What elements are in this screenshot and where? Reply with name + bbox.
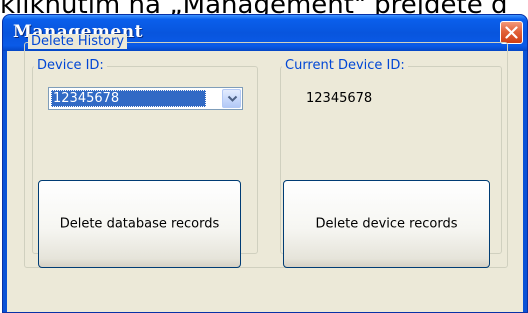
close-x-icon xyxy=(505,26,518,39)
delete-database-records-button[interactable]: Delete database records xyxy=(38,180,241,268)
device-id-legend: Device ID: xyxy=(34,58,107,73)
device-id-selected-value[interactable]: 12345678 xyxy=(51,90,206,107)
device-id-combobox[interactable]: 12345678 xyxy=(48,87,243,110)
delete-history-legend: Delete History xyxy=(28,34,128,49)
current-device-id-legend: Current Device ID: xyxy=(282,58,408,73)
close-button[interactable] xyxy=(500,21,523,44)
delete-device-records-button[interactable]: Delete device records xyxy=(283,180,490,268)
dropdown-button[interactable] xyxy=(222,89,241,108)
current-device-id-value: 12345678 xyxy=(306,91,373,106)
delete-device-records-label: Delete device records xyxy=(315,216,458,232)
chevron-down-icon xyxy=(227,95,238,102)
delete-database-records-label: Delete database records xyxy=(59,216,220,232)
screenshot-stage: kliknutím na „Management" přejděte d Man… xyxy=(0,0,528,313)
